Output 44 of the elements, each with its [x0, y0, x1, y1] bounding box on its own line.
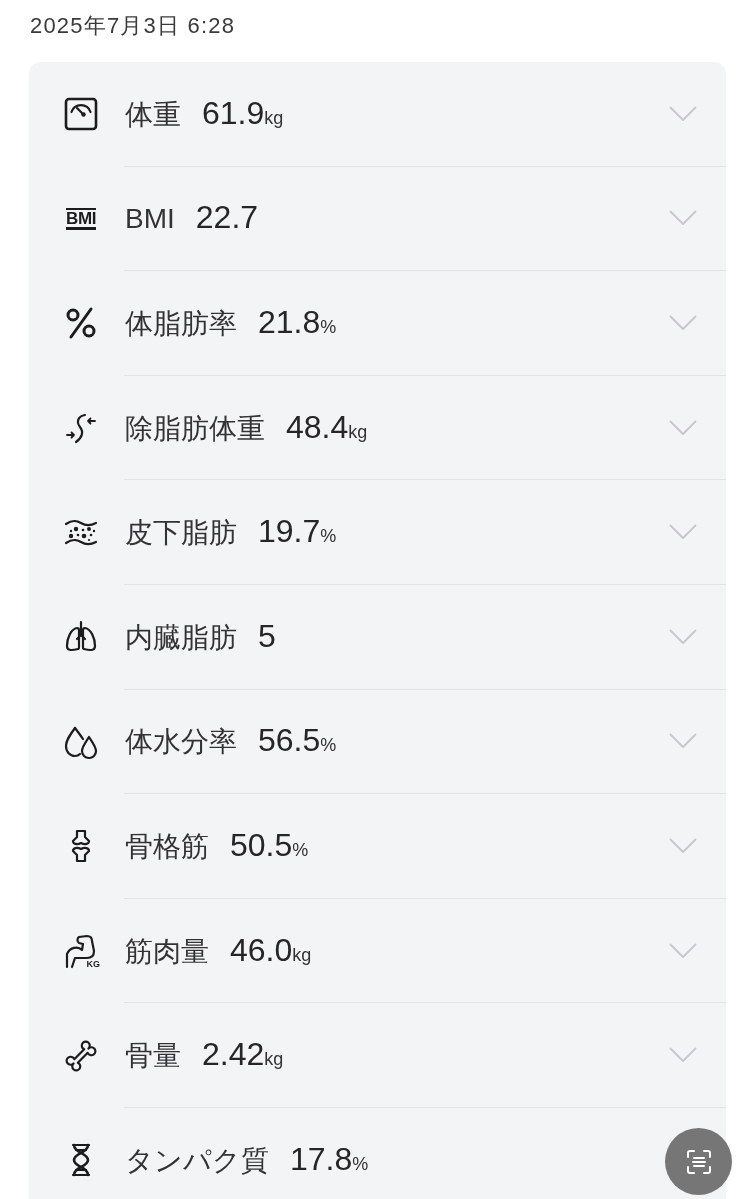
unit-label: %: [320, 735, 337, 756]
metric-label: 皮下脂肪: [125, 516, 237, 551]
chevron-down-icon[interactable]: [669, 524, 697, 541]
metric-value: 5: [258, 618, 276, 653]
metric-label: 体重: [125, 97, 181, 132]
chevron-down-icon[interactable]: [669, 628, 697, 645]
metric-value: 17.8: [290, 1142, 353, 1177]
unit-label: kg: [348, 421, 368, 442]
metric-value: 46.0: [230, 932, 293, 967]
metric-label: 骨量: [125, 1039, 181, 1074]
chevron-down-icon[interactable]: [669, 837, 697, 854]
chevron-down-icon[interactable]: [669, 733, 697, 750]
unit-label: %: [320, 317, 337, 337]
metric-value: 61.9: [202, 95, 265, 130]
metric-value: 2.42: [202, 1037, 265, 1072]
unit-label: kg: [264, 1049, 284, 1070]
chevron-down-icon[interactable]: [669, 1047, 697, 1064]
metric-value: 19.7: [258, 514, 321, 549]
metric-value: 21.8: [258, 305, 321, 339]
metric-value: 56.5: [258, 723, 321, 758]
unit-label: %: [292, 839, 309, 860]
metric-value: 48.4: [286, 409, 349, 444]
chevron-down-icon[interactable]: [669, 419, 697, 436]
chevron-down-icon[interactable]: [669, 315, 697, 331]
metric-label: 除脂肪体重: [125, 411, 265, 446]
unit-label: kg: [292, 944, 312, 965]
metric-label: BMI: [125, 202, 175, 237]
metric-value: 22.7: [195, 200, 259, 235]
unit-label: kg: [264, 107, 284, 128]
metric-label: 内臓脂肪: [125, 620, 237, 655]
chevron-down-icon[interactable]: [669, 105, 697, 122]
chevron-down-icon[interactable]: [669, 942, 697, 959]
unit-label: %: [320, 526, 337, 547]
metric-label: 体水分率: [125, 725, 237, 760]
metric-label: 体脂肪率: [125, 307, 237, 341]
metric-label: 筋肉量: [125, 934, 209, 969]
unit-label: %: [352, 1154, 369, 1175]
measurement-date: 2025年7月3日 6:28: [30, 13, 236, 38]
metric-label: 骨格筋: [125, 829, 209, 864]
bmi-icon-label: BMI: [66, 207, 96, 230]
icon-label: KG: [86, 960, 100, 970]
metric-value: 50.5: [230, 827, 293, 862]
chevron-down-icon[interactable]: [669, 210, 697, 227]
metric-label: タンパク質: [125, 1144, 269, 1179]
